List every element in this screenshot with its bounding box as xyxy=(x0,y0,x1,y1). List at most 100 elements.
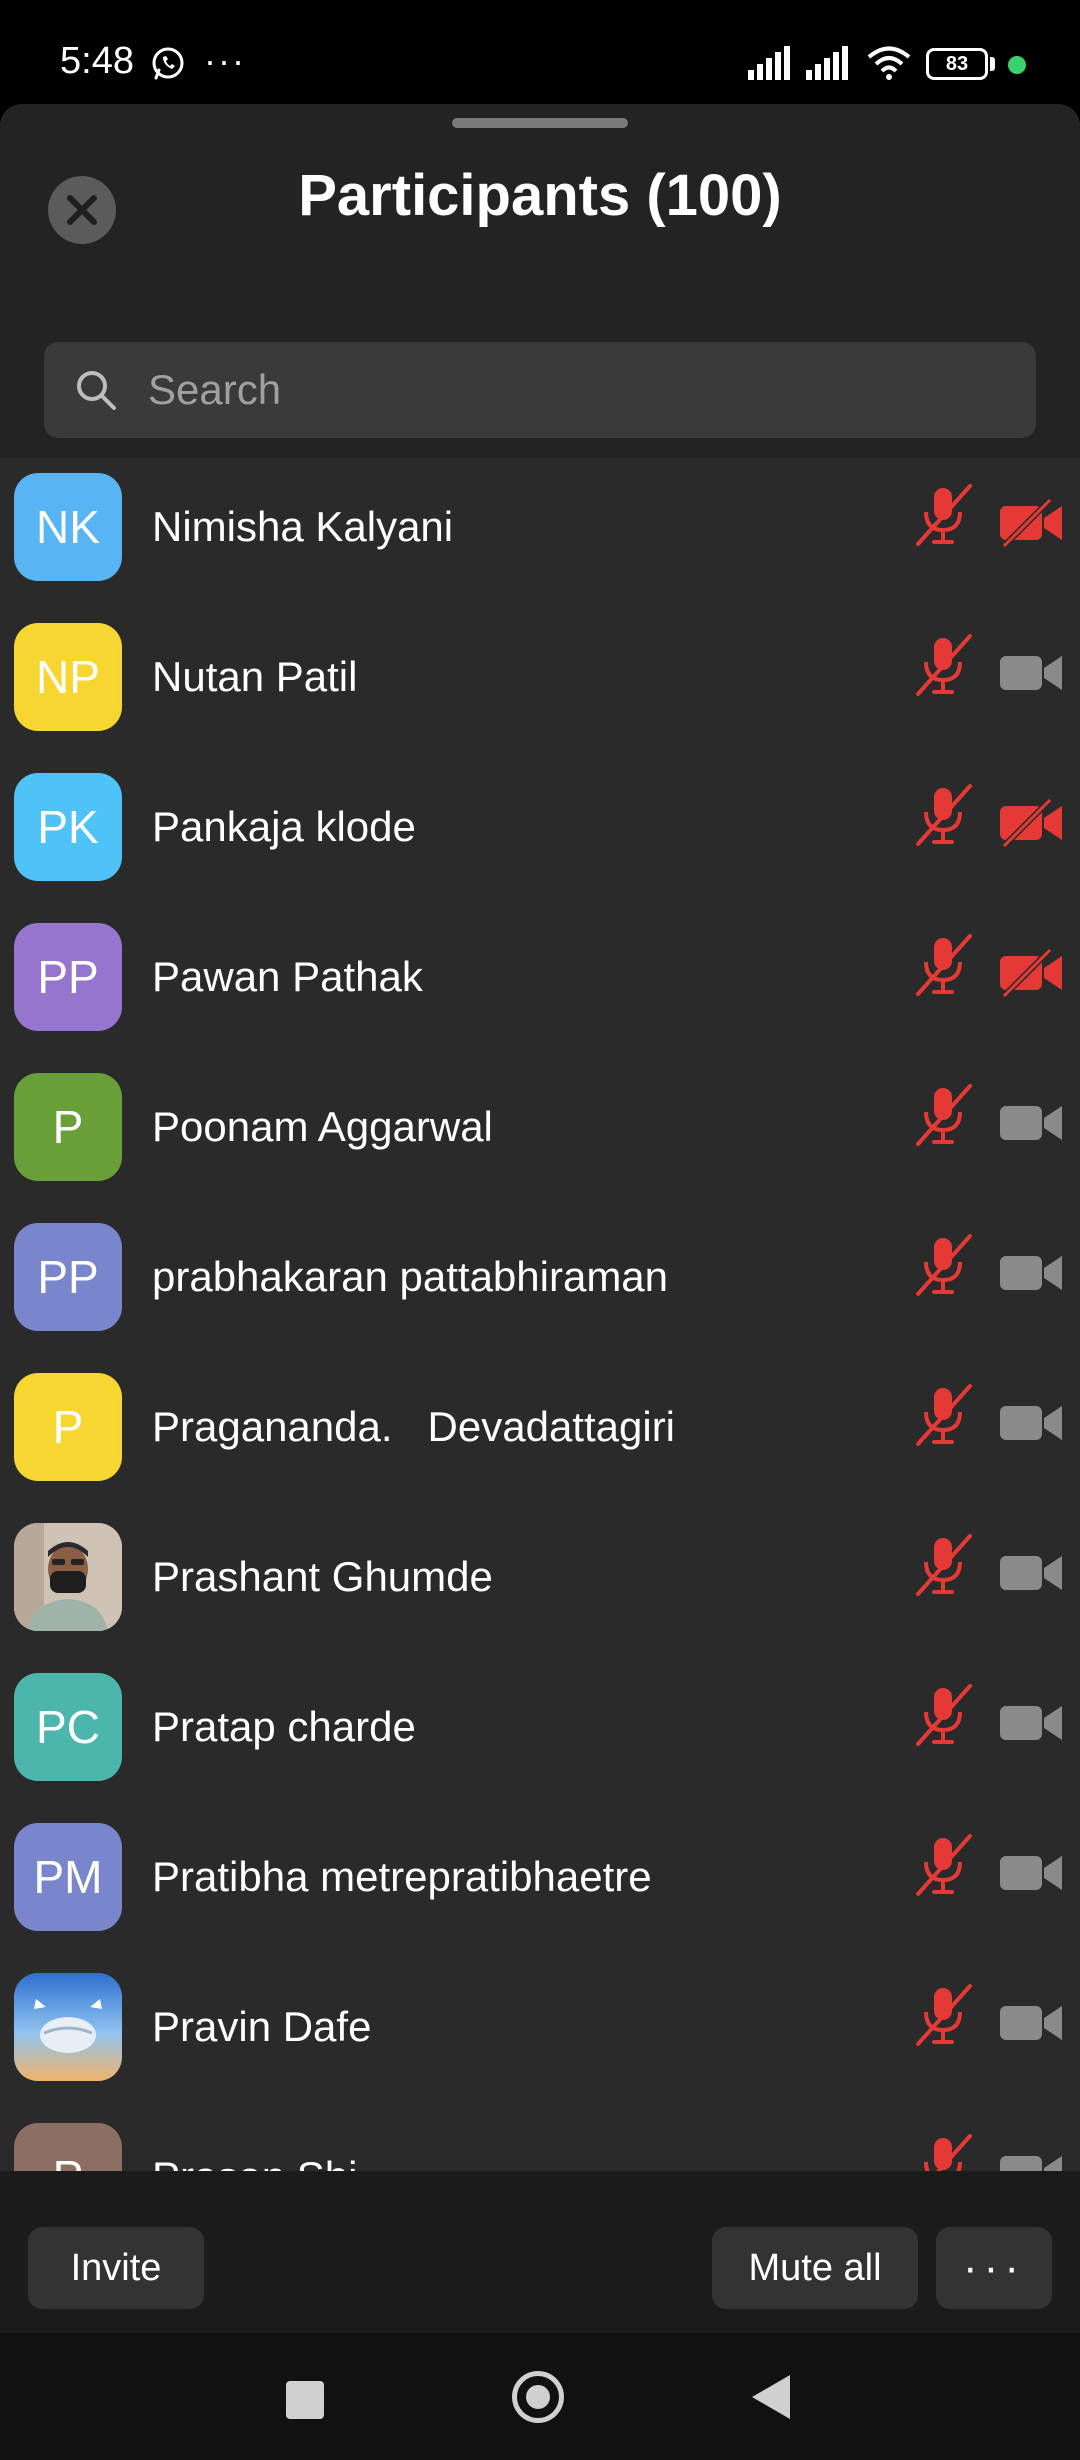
participant-row[interactable]: P Poonam Aggarwal xyxy=(0,1058,1080,1208)
mic-muted-icon[interactable] xyxy=(910,632,976,698)
participant-row[interactable]: Prashant Ghumde xyxy=(0,1508,1080,1658)
mic-muted-icon[interactable] xyxy=(910,1982,976,2048)
avatar-initials: PM xyxy=(33,1851,103,1903)
participant-name: Prashant Ghumde xyxy=(152,1553,493,1600)
avatar: NK xyxy=(14,473,122,581)
avatar-initials: P xyxy=(52,1101,84,1153)
battery-level: 83 xyxy=(945,53,969,75)
search-icon xyxy=(77,371,116,410)
home-button[interactable] xyxy=(512,2371,564,2423)
status-bar: 5:48 ··· 83 xyxy=(0,0,1080,104)
avatar: P xyxy=(14,1073,122,1181)
participant-row[interactable]: P Pragananda. Devadattagiri xyxy=(0,1358,1080,1508)
video-off-icon[interactable] xyxy=(998,798,1064,848)
mic-muted-icon[interactable] xyxy=(910,1832,976,1898)
mic-muted-icon[interactable] xyxy=(910,1382,976,1448)
video-icon[interactable] xyxy=(998,2148,1064,2171)
participant-row[interactable]: PC Pratap charde xyxy=(0,1658,1080,1808)
whatsapp-icon xyxy=(152,47,184,80)
avatar xyxy=(14,1973,122,2081)
privacy-indicator-dot xyxy=(1008,56,1026,74)
participant-row[interactable]: NK Nimisha Kalyani xyxy=(0,458,1080,608)
battery-tip xyxy=(990,57,995,71)
search-bar[interactable] xyxy=(44,342,1036,438)
video-icon[interactable] xyxy=(998,1548,1064,1598)
search-input[interactable] xyxy=(148,342,1008,438)
participant-name: Nutan Patil xyxy=(152,653,358,700)
mic-muted-icon[interactable] xyxy=(910,1232,976,1298)
avatar-initials: NK xyxy=(36,501,100,553)
mic-muted-icon[interactable] xyxy=(910,932,976,998)
participant-name: Pratap charde xyxy=(152,1703,416,1750)
video-icon[interactable] xyxy=(998,1848,1064,1898)
status-time: 5:48 xyxy=(60,40,134,82)
avatar: NP xyxy=(14,623,122,731)
video-icon[interactable] xyxy=(998,1098,1064,1148)
system-nav-bar xyxy=(0,2333,1080,2460)
mic-muted-icon[interactable] xyxy=(910,1532,976,1598)
avatar-initials: PP xyxy=(37,951,99,1003)
participant-name: Pratibha metrepratibhaetre xyxy=(152,1853,652,1900)
participant-row[interactable]: NP Nutan Patil xyxy=(0,608,1080,758)
avatar: PK xyxy=(14,773,122,881)
recents-button[interactable] xyxy=(286,2381,324,2419)
participant-name: Pankaja klode xyxy=(152,803,416,850)
video-icon[interactable] xyxy=(998,1698,1064,1748)
participant-name: Pragananda. Devadattagiri xyxy=(152,1403,676,1450)
video-icon[interactable] xyxy=(998,1248,1064,1298)
invite-button[interactable]: Invite xyxy=(28,2227,204,2309)
participant-row[interactable]: PP Pawan Pathak xyxy=(0,908,1080,1058)
person-photo-icon xyxy=(14,1523,122,1631)
mic-muted-icon[interactable] xyxy=(910,1082,976,1148)
participant-name: Nimisha Kalyani xyxy=(152,503,454,550)
signal-icon-2 xyxy=(806,46,848,80)
bottom-action-bar: Invite Mute all ··· xyxy=(0,2171,1080,2333)
avatar: P xyxy=(14,2123,122,2171)
status-overflow-dots: ··· xyxy=(204,40,246,81)
participant-row[interactable]: PM Pratibha metrepratibhaetre xyxy=(0,1808,1080,1958)
drag-handle[interactable] xyxy=(452,118,628,128)
participant-name: Pawan Pathak xyxy=(152,953,423,1000)
participant-row[interactable]: P Prasan Shi xyxy=(0,2108,1080,2171)
mic-muted-icon[interactable] xyxy=(910,1682,976,1748)
participant-row[interactable]: Pravin Dafe xyxy=(0,1958,1080,2108)
video-icon[interactable] xyxy=(998,1398,1064,1448)
avatar-initials: PK xyxy=(37,801,99,853)
mute-all-button[interactable]: Mute all xyxy=(712,2227,918,2309)
sheet-header: Participants (100) xyxy=(0,104,1080,458)
participant-list[interactable]: NK Nimisha Kalyani NP Nutan Patil PK Pankaja … xyxy=(0,458,1080,2171)
participant-name: Prasan Shi xyxy=(152,2108,357,2171)
avatar-initials: P xyxy=(52,1401,84,1453)
avatar-initials: PP xyxy=(37,1251,99,1303)
back-button[interactable] xyxy=(752,2375,790,2419)
participant-name: Pravin Dafe xyxy=(152,2003,372,2050)
more-options-button[interactable]: ··· xyxy=(936,2227,1052,2309)
participant-name: Poonam Aggarwal xyxy=(152,1103,493,1150)
video-off-icon[interactable] xyxy=(998,498,1064,548)
mic-muted-icon[interactable] xyxy=(910,782,976,848)
battery-icon: 83 xyxy=(926,48,988,80)
avatar: PP xyxy=(14,923,122,1031)
mic-muted-icon[interactable] xyxy=(910,2132,976,2171)
wifi-icon xyxy=(867,46,911,80)
participant-name: prabhakaran pattabhiraman xyxy=(152,1253,669,1300)
landscape-photo-icon xyxy=(14,1973,122,2081)
avatar: PM xyxy=(14,1823,122,1931)
video-off-icon[interactable] xyxy=(998,948,1064,998)
page-title: Participants (100) xyxy=(298,163,782,228)
participant-row[interactable]: PP prabhakaran pattabhiraman xyxy=(0,1208,1080,1358)
video-icon[interactable] xyxy=(998,1998,1064,2048)
avatar: PC xyxy=(14,1673,122,1781)
video-icon[interactable] xyxy=(998,648,1064,698)
avatar xyxy=(14,1523,122,1631)
avatar-initials: PC xyxy=(36,1701,100,1753)
avatar-initials: NP xyxy=(36,651,100,703)
avatar: P xyxy=(14,1373,122,1481)
screen: 5:48 ··· 83 Participants (100) Search NK… xyxy=(0,0,1080,2460)
signal-icon xyxy=(748,46,790,80)
avatar: PP xyxy=(14,1223,122,1331)
participant-row[interactable]: PK Pankaja klode xyxy=(0,758,1080,908)
mic-muted-icon[interactable] xyxy=(910,482,976,548)
avatar-initials: P xyxy=(53,2150,84,2171)
participants-sheet: Participants (100) NK Nimisha Kalyani NP Nu… xyxy=(0,104,1080,2171)
